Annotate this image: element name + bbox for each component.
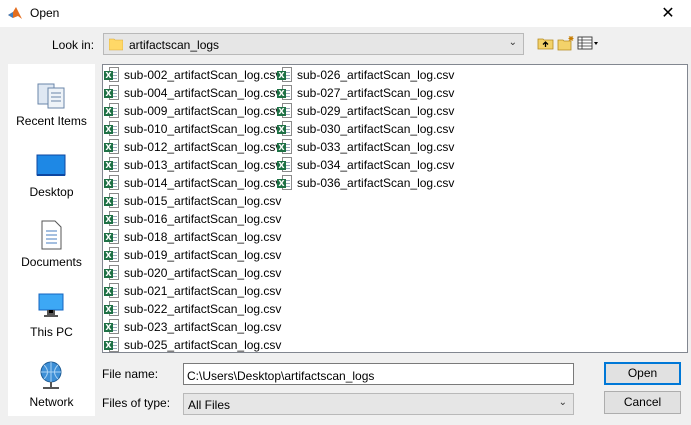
- places-bar: Recent Items Desktop Documents This PC N…: [8, 64, 95, 416]
- file-name-text: sub-012_artifactScan_log.csv: [124, 140, 282, 154]
- excel-file-icon: X: [104, 265, 120, 281]
- file-name-text: sub-020_artifactScan_log.csv: [124, 266, 282, 280]
- excel-file-icon: X: [104, 283, 120, 299]
- excel-file-icon: X: [104, 337, 120, 352]
- file-name-text: sub-010_artifactScan_log.csv: [124, 122, 282, 136]
- place-label: This PC: [30, 325, 73, 339]
- excel-file-icon: X: [277, 157, 293, 173]
- excel-file-icon: X: [104, 319, 120, 335]
- file-name-text: sub-018_artifactScan_log.csv: [124, 230, 282, 244]
- excel-file-icon: X: [277, 139, 293, 155]
- documents-icon: [41, 220, 62, 250]
- title-bar: Open ✕: [0, 0, 691, 27]
- file-name-text: sub-014_artifactScan_log.csv: [124, 176, 282, 190]
- file-name-text: sub-009_artifactScan_log.csv: [124, 104, 282, 118]
- file-name-text: sub-021_artifactScan_log.csv: [124, 284, 282, 298]
- file-list[interactable]: Xsub-002_artifactScan_log.csv Xsub-004_ar…: [102, 64, 688, 353]
- cancel-button[interactable]: Cancel: [604, 391, 681, 414]
- excel-file-icon: X: [277, 85, 293, 101]
- place-documents[interactable]: Documents: [8, 211, 95, 281]
- look-in-label: Look in:: [52, 38, 95, 52]
- file-name-text: sub-030_artifactScan_log.csv: [297, 122, 455, 136]
- excel-file-icon: X: [104, 211, 120, 227]
- file-name-text: sub-026_artifactScan_log.csv: [297, 68, 455, 82]
- file-name-label: File name:: [102, 367, 159, 381]
- place-desktop[interactable]: Desktop: [8, 141, 95, 211]
- excel-file-icon: X: [104, 157, 120, 173]
- folder-icon: [109, 38, 123, 51]
- file-name-text: sub-002_artifactScan_log.csv: [124, 68, 282, 82]
- open-button[interactable]: Open: [604, 362, 681, 385]
- excel-file-icon: X: [104, 67, 120, 83]
- recent-items-icon: [37, 83, 65, 109]
- excel-file-icon: X: [277, 67, 293, 83]
- close-button[interactable]: ✕: [645, 0, 691, 27]
- excel-file-icon: X: [104, 193, 120, 209]
- look-in-dropdown[interactable]: artifactscan_logs ⌄: [103, 33, 524, 55]
- place-label: Recent Items: [16, 114, 87, 128]
- new-folder-icon[interactable]: [557, 35, 575, 51]
- file-name-text: sub-004_artifactScan_log.csv: [124, 86, 282, 100]
- excel-file-icon: X: [277, 175, 293, 191]
- file-name-text: sub-019_artifactScan_log.csv: [124, 248, 282, 262]
- network-icon: [40, 361, 62, 389]
- place-recent-items[interactable]: Recent Items: [8, 70, 95, 140]
- view-menu-icon[interactable]: [577, 35, 599, 51]
- matlab-icon: [8, 7, 22, 19]
- place-this-pc[interactable]: This PC: [8, 281, 95, 351]
- file-name-text: sub-023_artifactScan_log.csv: [124, 320, 282, 334]
- place-network[interactable]: Network: [8, 351, 95, 421]
- file-name-input[interactable]: [183, 363, 574, 385]
- excel-file-icon: X: [277, 103, 293, 119]
- chevron-down-icon: ⌄: [558, 397, 567, 408]
- excel-file-icon: X: [104, 103, 120, 119]
- file-name-text: sub-013_artifactScan_log.csv: [124, 158, 282, 172]
- file-name-text: sub-027_artifactScan_log.csv: [297, 86, 455, 100]
- files-of-type-value: All Files: [188, 398, 231, 412]
- excel-file-icon: X: [277, 121, 293, 137]
- chevron-down-icon: ⌄: [508, 37, 517, 48]
- excel-file-icon: X: [104, 85, 120, 101]
- look-in-value: artifactscan_logs: [129, 38, 220, 52]
- excel-file-icon: X: [104, 301, 120, 317]
- excel-file-icon: X: [104, 175, 120, 191]
- this-pc-icon: [38, 293, 64, 317]
- file-name-text: sub-025_artifactScan_log.csv: [124, 338, 282, 352]
- place-label: Network: [29, 395, 74, 409]
- file-name-text: sub-016_artifactScan_log.csv: [124, 212, 282, 226]
- file-name-text: sub-022_artifactScan_log.csv: [124, 302, 282, 316]
- window-title: Open: [30, 6, 60, 20]
- file-name-text: sub-033_artifactScan_log.csv: [297, 140, 455, 154]
- excel-file-icon: X: [104, 139, 120, 155]
- file-name-text: sub-034_artifactScan_log.csv: [297, 158, 455, 172]
- excel-file-icon: X: [104, 247, 120, 263]
- file-name-text: sub-029_artifactScan_log.csv: [297, 104, 455, 118]
- files-of-type-dropdown[interactable]: All Files ⌄: [183, 393, 574, 415]
- file-name-text: sub-015_artifactScan_log.csv: [124, 194, 282, 208]
- file-name-text: sub-036_artifactScan_log.csv: [297, 176, 455, 190]
- excel-file-icon: X: [104, 229, 120, 245]
- place-label: Desktop: [29, 185, 74, 199]
- up-folder-icon[interactable]: [537, 35, 555, 51]
- files-of-type-label: Files of type:: [102, 396, 171, 410]
- excel-file-icon: X: [104, 121, 120, 137]
- place-label: Documents: [21, 255, 82, 269]
- desktop-icon: [36, 154, 66, 176]
